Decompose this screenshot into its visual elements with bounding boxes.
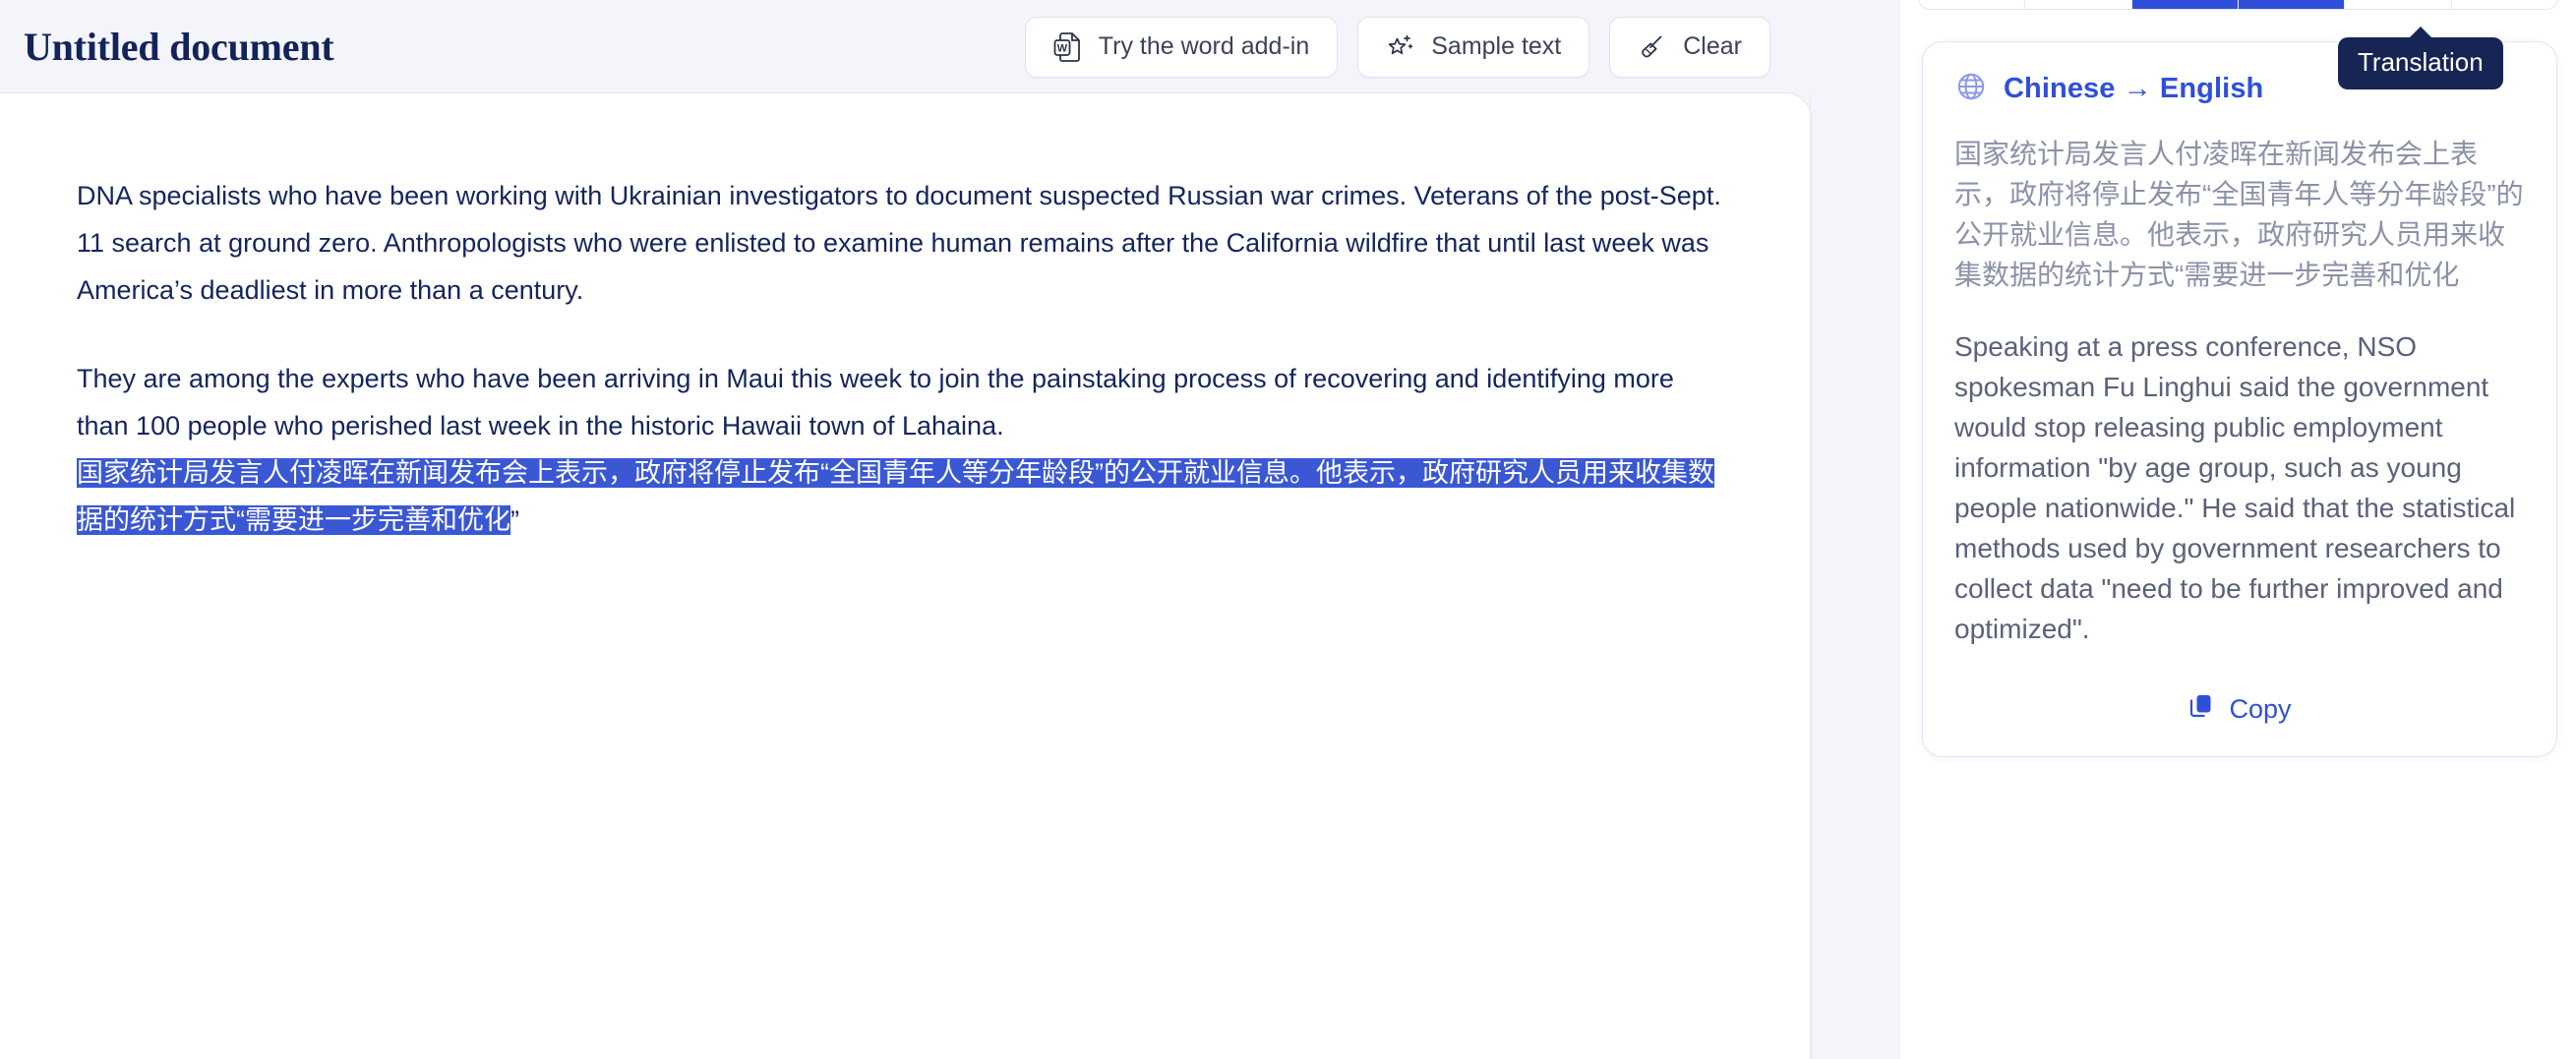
translation-tooltip: Translation — [2338, 27, 2503, 89]
language-pair-label: Chinese → English — [2004, 73, 2264, 104]
selection-trailing-quote: ” — [510, 505, 519, 535]
side-panel-tab-5[interactable] — [2345, 0, 2452, 9]
svg-text:W: W — [1057, 42, 1068, 54]
document-selected-paragraph: 国家统计局发言人付凌晖在新闻发布会上表示，政府将停止发布“全国青年人等分年龄段”… — [77, 449, 1722, 544]
clear-button[interactable]: Clear — [1609, 16, 1770, 78]
copy-icon — [2187, 692, 2215, 727]
side-panel-tab-strip — [1918, 0, 2558, 10]
sheet-right-edge — [1810, 93, 1811, 1059]
clear-label: Clear — [1683, 32, 1742, 60]
word-document-icon: W — [1053, 31, 1083, 63]
try-word-addin-button[interactable]: W Try the word add-in — [1024, 16, 1339, 78]
globe-icon — [1954, 70, 1988, 108]
document-paragraph-2: They are among the experts who have been… — [77, 355, 1722, 449]
editor-column: Untitled document W Try the word add-in — [0, 0, 1900, 1059]
translation-output-text: Speaking at a press conference, NSO spok… — [1954, 331, 2516, 644]
side-panel-tab-6[interactable] — [2451, 0, 2557, 9]
document-sheet[interactable]: DNA specialists who have been working wi… — [0, 93, 1811, 1059]
sample-text-label: Sample text — [1431, 32, 1562, 60]
translation-tooltip-label: Translation — [2358, 47, 2484, 77]
translation-card: Chinese → English 国家统计局发言人付凌晖在新闻发布会上表示，政… — [1922, 41, 2557, 757]
paragraph-2-text: They are among the experts who have been… — [77, 364, 1674, 441]
toolbar-actions: W Try the word add-in Sample text Clear — [1024, 16, 1841, 78]
side-panel-tab-4[interactable] — [2238, 0, 2346, 9]
copy-button[interactable]: Copy — [2187, 692, 2292, 727]
side-panel-tab-1[interactable] — [1919, 0, 2026, 9]
document-title[interactable]: Untitled document — [24, 24, 334, 70]
translation-copy-row: Copy — [1954, 692, 2525, 727]
translation-app-window: Untitled document W Try the word add-in — [0, 0, 2576, 1059]
side-panel-tab-3-translation[interactable] — [2131, 0, 2239, 9]
try-word-addin-label: Try the word add-in — [1098, 32, 1310, 60]
sample-text-button[interactable]: Sample text — [1357, 16, 1590, 78]
side-panel: Translation Chinese → English 国家统计局发言人付凌… — [1900, 0, 2576, 1059]
document-editor-area[interactable]: DNA specialists who have been working wi… — [0, 93, 1811, 544]
editor-toolbar: Untitled document W Try the word add-in — [0, 0, 1900, 93]
translation-source-text: 国家统计局发言人付凌晖在新闻发布会上表示，政府将停止发布“全国青年人等分年龄段”… — [1954, 139, 2524, 290]
copy-label: Copy — [2229, 694, 2292, 724]
document-paragraph-1: DNA specialists who have been working wi… — [77, 181, 1721, 305]
broom-clear-icon — [1638, 32, 1667, 62]
side-panel-tab-2[interactable] — [2025, 0, 2132, 9]
sparkle-star-icon — [1386, 32, 1415, 62]
selected-text-highlight[interactable]: 国家统计局发言人付凌晖在新闻发布会上表示，政府将停止发布“全国青年人等分年龄段”… — [77, 458, 1714, 535]
document-sheet-wrapper: DNA specialists who have been working wi… — [0, 93, 1900, 1059]
